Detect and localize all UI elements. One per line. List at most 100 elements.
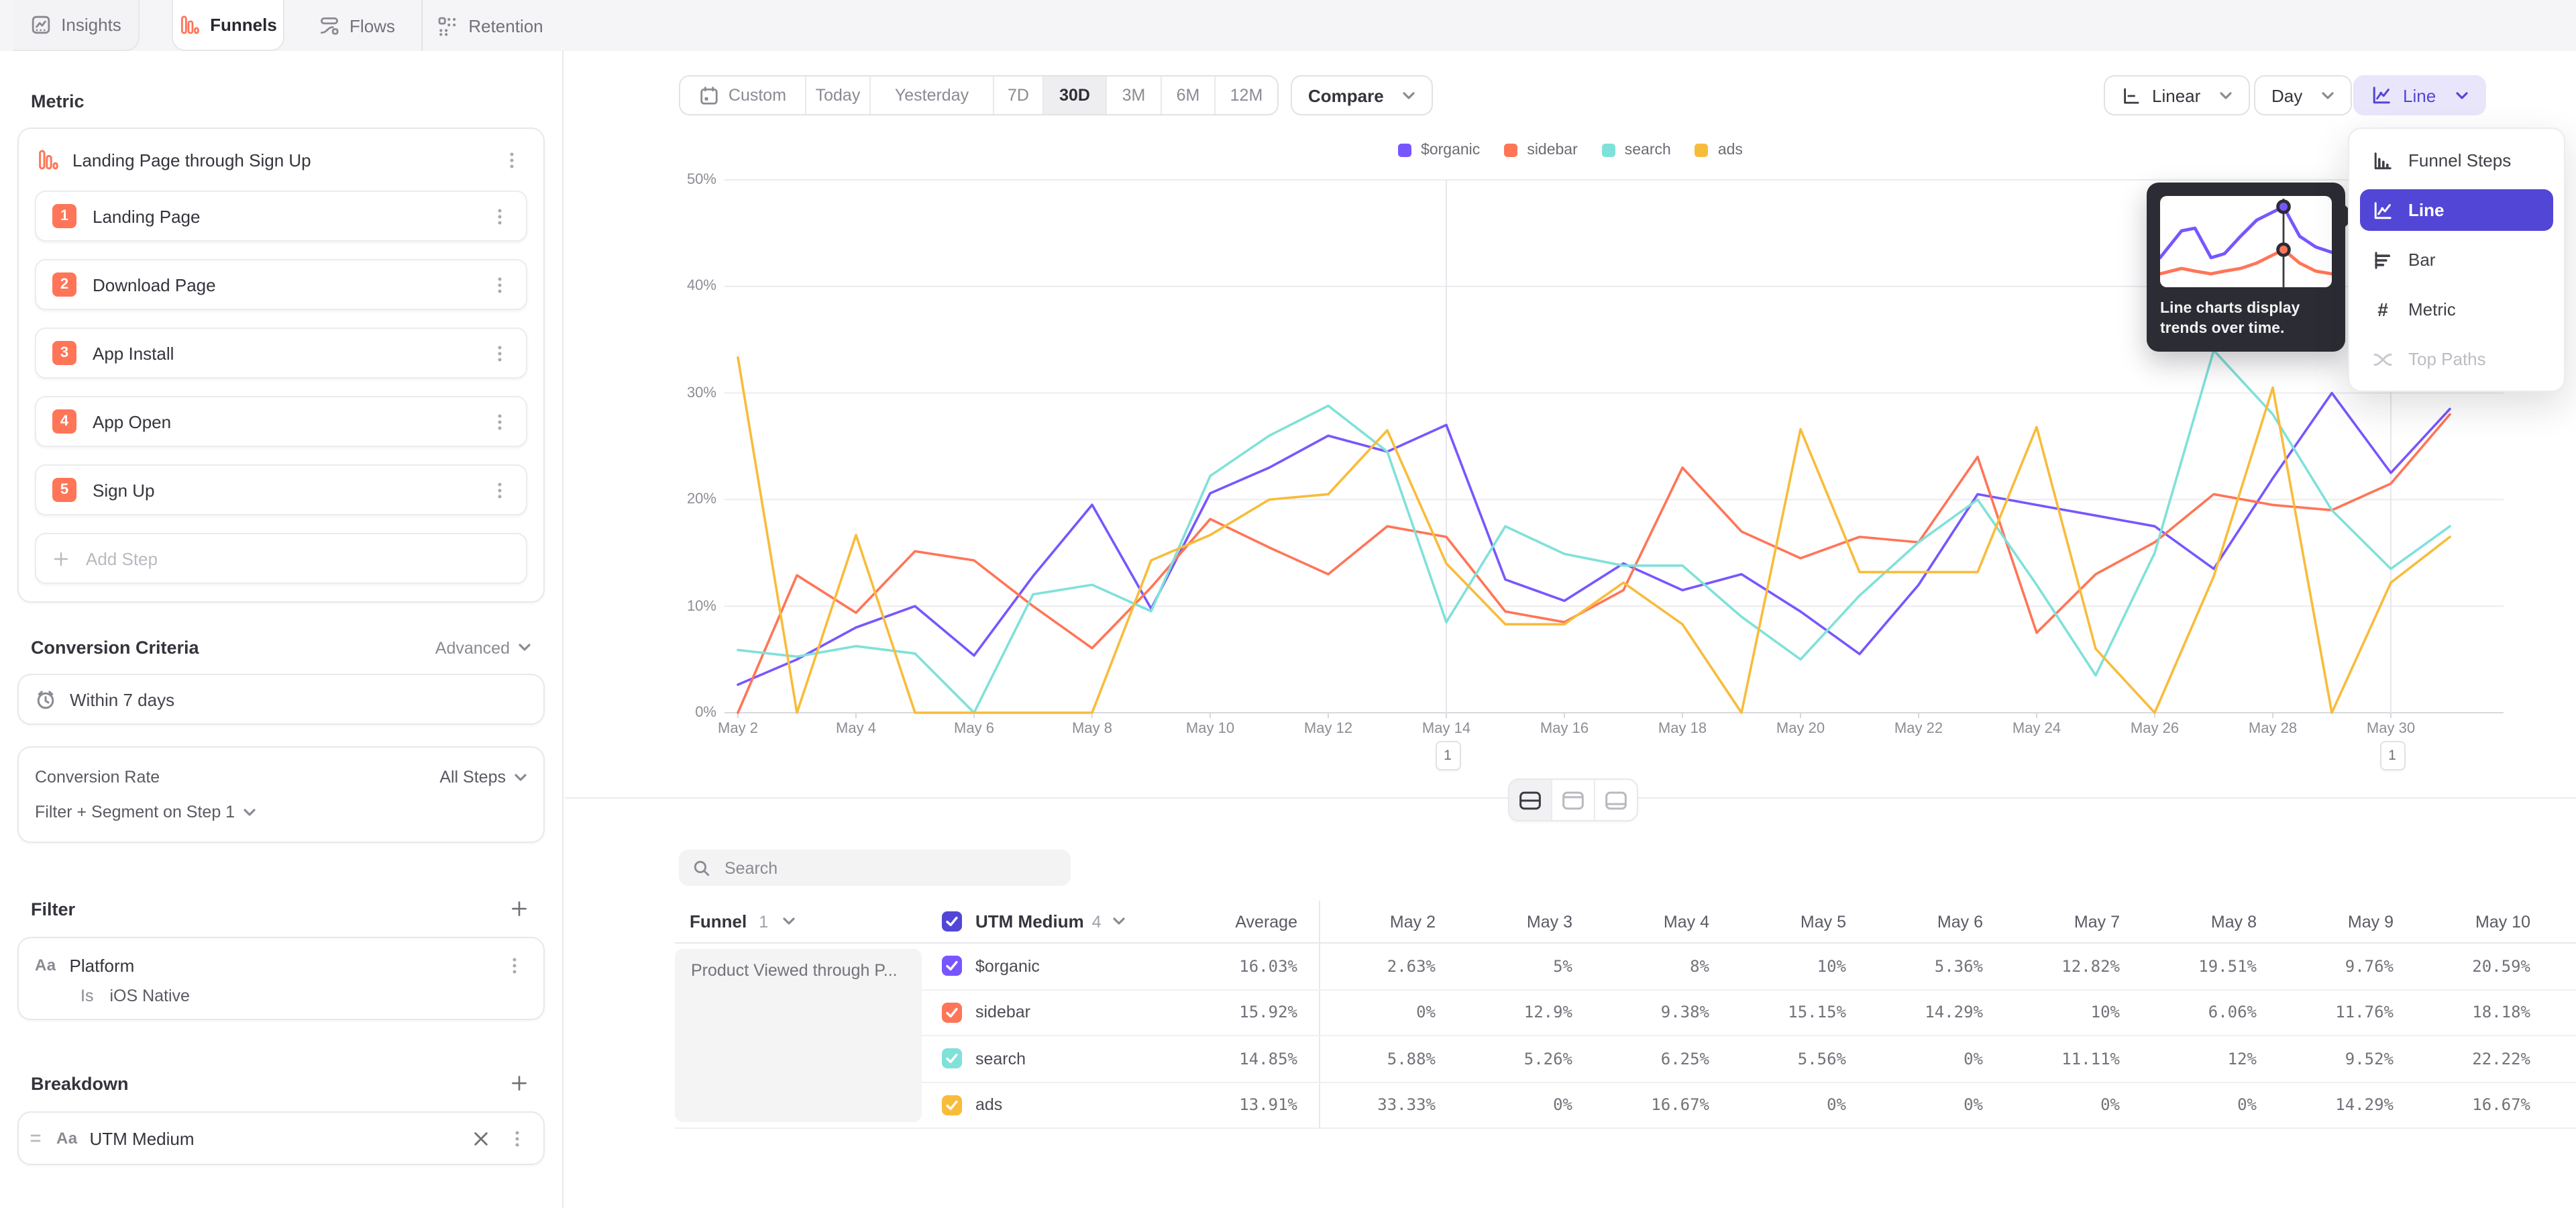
day-value: 20.59% [2415,957,2552,976]
series-name[interactable]: ads [975,1096,1002,1115]
day-column-header: May 2 [1320,912,1457,931]
range-7d[interactable]: 7D [994,77,1044,114]
remove-breakdown-icon[interactable] [470,1127,492,1150]
compare-button[interactable]: Compare [1291,75,1434,115]
menu-item-metric[interactable]: #Metric [2360,289,2553,330]
tab-funnels[interactable]: Funnels [172,0,284,51]
menu-item-bar[interactable]: Bar [2360,239,2553,281]
funnel-group-cell[interactable]: Product Viewed through P... [675,949,922,1122]
step-kebab-menu-icon[interactable] [487,477,513,503]
view-toggle-split-view[interactable] [1509,780,1552,820]
day-value: 11.76% [2278,1003,2415,1022]
annotation-badge[interactable]: 1 [2379,741,2405,770]
string-type-badge: Aa [56,1129,78,1148]
view-toggle-table-only[interactable] [1595,780,1637,820]
x-tick-label: May 30 [2348,721,2434,737]
table-row-sidebar: sidebar15.92%0%12.9%9.38%15.15%14.29%10%… [675,990,2576,1036]
conversion-rate-value[interactable]: All Steps [439,768,506,787]
series-checkbox[interactable] [942,1095,962,1115]
funnel-step-5[interactable]: 5Sign Up [35,464,527,515]
series-checkbox[interactable] [942,1049,962,1069]
menu-item-line[interactable]: Line [2360,189,2553,231]
day-column-header: May 5 [1731,912,1868,931]
filter-property-name[interactable]: Platform [70,955,489,975]
annotation-badge[interactable]: 1 [1435,741,1460,770]
breakdown-property-name[interactable]: UTM Medium [90,1128,458,1148]
funnel-step-1[interactable]: 1Landing Page [35,191,527,242]
step-kebab-menu-icon[interactable] [487,409,513,434]
add-filter-button[interactable] [507,897,531,921]
step-kebab-menu-icon[interactable] [487,203,513,229]
add-step-button[interactable]: Add Step [35,533,527,584]
series-name[interactable]: $organic [975,957,1040,976]
day-value: 19.51% [2141,957,2278,976]
legend-swatch [1695,144,1709,157]
series-name[interactable]: search [975,1050,1026,1068]
day-value: 22.22% [2415,1050,2552,1068]
menu-item-funnel-steps[interactable]: Funnel Steps [2360,140,2553,181]
filter-operator[interactable]: Is [80,987,93,1005]
sidebar: Metric Landing Page through Sign Up 1Lan… [0,51,564,1208]
funnel-step-4[interactable]: 4App Open [35,396,527,447]
step-kebab-menu-icon[interactable] [487,272,513,297]
table-row-ads: ads13.91%33.33%0%16.67%0%0%0%0%14.29%16.… [675,1083,2576,1129]
line-icon [2372,199,2394,221]
breakdown-select-all-checkbox[interactable] [942,911,962,932]
range-12m[interactable]: 12M [1216,77,1277,114]
day-value: 5.88% [1320,1050,1457,1068]
funnels-icon [179,15,199,35]
funnel-step-3[interactable]: 3App Install [35,328,527,379]
breakdown-column-header[interactable]: UTM Medium [975,911,1084,932]
step-kebab-menu-icon[interactable] [487,340,513,366]
filter-value[interactable]: iOS Native [109,987,190,1005]
legend-item-sidebar[interactable]: sidebar [1504,142,1577,158]
legend-item-search[interactable]: search [1602,142,1671,158]
legend-item-ads[interactable]: ads [1695,142,1743,158]
legend-item-organic[interactable]: $organic [1398,142,1480,158]
x-tick-label: May 16 [1521,721,1607,737]
series-checkbox[interactable] [942,1003,962,1023]
search-input[interactable] [722,857,1057,878]
table-row-organic: $organic16.03%2.63%5%8%10%5.36%12.82%19.… [675,944,2576,990]
range-label: Today [816,86,861,105]
filter-kebab-menu-icon[interactable] [502,952,527,978]
tab-retention[interactable]: Retention [421,0,558,51]
x-tick-label: May 6 [931,721,1017,737]
funnel-step-2[interactable]: 2Download Page [35,259,527,310]
chevron-down-icon [1112,917,1126,926]
series-checkbox[interactable] [942,956,962,976]
chart-type-dropdown-button[interactable]: Line [2353,75,2485,115]
average-value: 14.85% [1239,1050,1297,1068]
tab-flows[interactable]: Flows [303,0,411,51]
day-column-header: May 6 [1868,912,2004,931]
range-30d[interactable]: 30D [1044,77,1107,114]
conversion-window-card[interactable]: Within 7 days [17,674,545,725]
range-custom[interactable]: Custom [680,77,806,114]
drag-handle-icon[interactable] [27,1126,44,1150]
add-breakdown-button[interactable] [507,1071,531,1095]
funnel-column-header[interactable]: Funnel [690,911,747,932]
interval-dropdown-button[interactable]: Day [2254,75,2352,115]
chevron-down-icon [782,917,795,926]
day-column-header: May 8 [2141,912,2278,931]
breakdown-kebab-menu-icon[interactable] [504,1125,530,1151]
range-3m[interactable]: 3M [1107,77,1162,114]
series-name[interactable]: sidebar [975,1003,1030,1022]
view-toggle-chart-only[interactable] [1552,780,1595,820]
filter-segment-step-label[interactable]: Filter + Segment on Step 1 [35,803,235,821]
layout-top-icon [1562,790,1585,810]
conversion-criteria-title: Conversion Criteria [31,638,199,658]
metric-kebab-menu-icon[interactable] [499,147,525,172]
range-6m[interactable]: 6M [1162,77,1216,114]
layout-bottom-icon [1605,790,1627,810]
insights-icon [30,15,50,35]
tab-insights[interactable]: Insights [13,0,140,51]
advanced-toggle[interactable]: Advanced [435,638,510,657]
menu-item-top-paths: Top Paths [2360,338,2553,380]
step-label: Download Page [93,274,471,295]
range-today[interactable]: Today [806,77,871,114]
range-yesterday[interactable]: Yesterday [871,77,994,114]
breakdown-count: 4 [1092,912,1102,931]
scale-dropdown-button[interactable]: Linear [2104,75,2250,115]
chevron-down-icon [518,643,531,652]
